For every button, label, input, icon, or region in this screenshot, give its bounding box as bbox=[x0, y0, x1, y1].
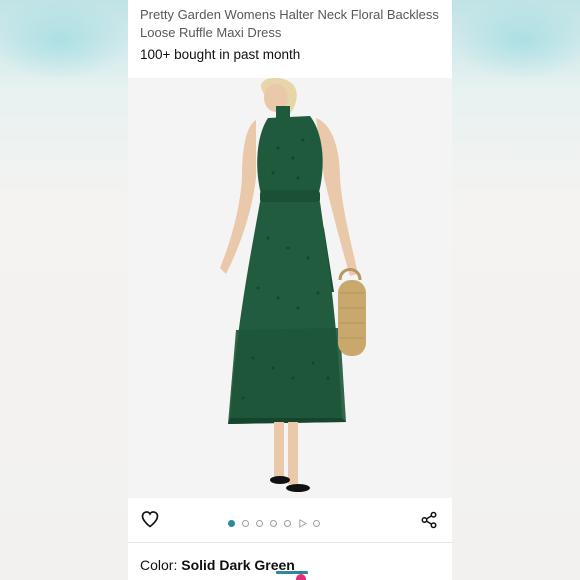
share-icon[interactable] bbox=[420, 511, 438, 529]
product-page: Pretty Garden Womens Halter Neck Floral … bbox=[128, 0, 452, 580]
carousel-dot-2[interactable] bbox=[242, 519, 249, 527]
heart-icon[interactable] bbox=[140, 509, 160, 529]
product-title[interactable]: Pretty Garden Womens Halter Neck Floral … bbox=[140, 0, 444, 42]
carousel-dot-4[interactable] bbox=[270, 519, 277, 527]
section-divider bbox=[128, 542, 452, 543]
background-blur-left bbox=[0, 0, 128, 580]
carousel-dot-3[interactable] bbox=[256, 519, 263, 527]
video-play-icon[interactable] bbox=[298, 518, 307, 528]
carousel-dot-5[interactable] bbox=[284, 519, 291, 527]
bought-count: 100+ bought in past month bbox=[140, 47, 301, 62]
product-title-block: Pretty Garden Womens Halter Neck Floral … bbox=[140, 0, 444, 42]
color-swatch[interactable] bbox=[296, 574, 306, 580]
dress-photo bbox=[220, 78, 366, 492]
product-image[interactable] bbox=[128, 78, 452, 498]
carousel-dot-1[interactable] bbox=[228, 519, 235, 527]
carousel-indicator bbox=[228, 517, 327, 529]
background-blur-right bbox=[452, 0, 580, 580]
color-selection: Color: Solid Dark Green bbox=[140, 557, 295, 573]
image-controls bbox=[128, 505, 452, 539]
color-label: Color: bbox=[140, 557, 182, 573]
carousel-dot-7[interactable] bbox=[313, 519, 320, 527]
